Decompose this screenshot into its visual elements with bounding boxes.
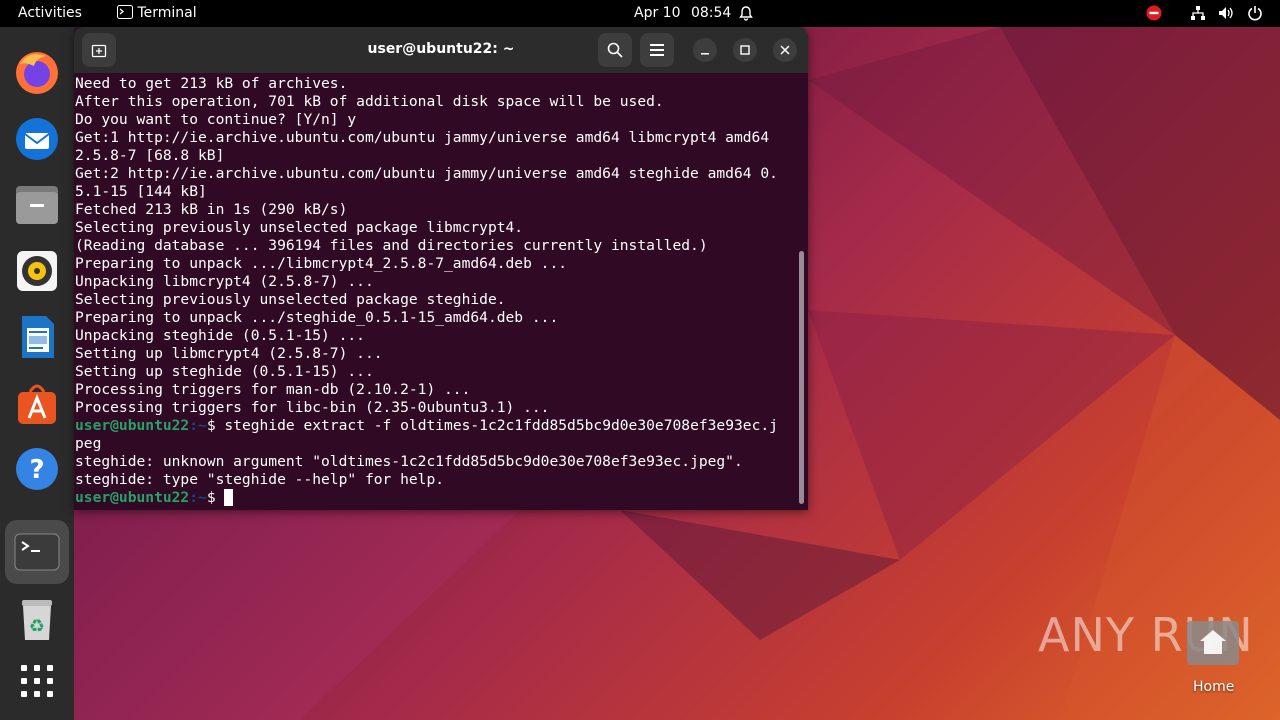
terminal-icon [14,533,60,571]
search-button[interactable] [598,33,632,67]
app-menu[interactable]: Terminal [117,5,197,21]
terminal-lines: Need to get 213 kB of archives. After thi… [74,75,808,417]
terminal-line: Do you want to continue? [Y/n] y [75,111,357,128]
terminal-line: Selecting previously unselected package … [75,219,524,236]
dock-rhythmbox[interactable] [5,239,69,303]
top-bar: Activities Terminal Apr 10 08:54 [0,0,1280,27]
terminal-line: 2.5.8-7 [68.8 kB] [75,147,225,164]
activities-button[interactable]: Activities [18,5,82,21]
help-icon: ? [16,448,58,490]
dock-firefox[interactable] [5,41,69,105]
rhythmbox-icon [17,251,57,291]
terminal-line: Unpacking steghide (0.5.1-15) ... [75,327,365,344]
app-grid-icon [21,665,53,697]
dock-writer[interactable] [5,305,69,369]
maximize-button[interactable] [733,38,757,62]
dock-show-apps[interactable] [5,649,69,713]
dock-thunderbird[interactable] [5,107,69,171]
terminal-line: Unpacking libmcrypt4 (2.5.8-7) ... [75,273,374,290]
close-icon [780,45,790,55]
volume-icon[interactable] [1218,5,1234,21]
command-text: steghide extract -f oldtimes-1c2c1fdd85d… [215,417,778,434]
maximize-icon [740,45,750,55]
command-line: user@ubuntu22:~$ steghide extract -f old… [74,417,808,435]
terminal-line: Setting up libmcrypt4 (2.5.8-7) ... [75,345,383,362]
terminal-line: Processing triggers for man-db (2.10.2-1… [75,381,471,398]
clock-date: Apr 10 [634,5,681,21]
hamburger-icon [650,44,664,56]
help-hint-line: steghide: type "steghide --help" for hel… [75,471,445,488]
writer-icon [22,316,54,358]
svg-text:?: ? [29,455,44,485]
minimize-icon [701,53,709,55]
terminal-titlebar[interactable]: user@ubuntu22: ~ [74,27,808,73]
prompt-user: user@ubuntu22 [75,417,190,434]
terminal-line: Need to get 213 kB of archives. [75,75,348,92]
terminal-line: 5.1-15 [144 kB] [75,183,207,200]
terminal-line: Fetched 213 kB in 1s (290 kB/s) [75,201,348,218]
error-line: steghide: unknown argument "oldtimes-1c2… [75,453,743,470]
terminal-line: Setting up steghide (0.5.1-15) ... [75,363,374,380]
terminal-output[interactable]: Need to get 213 kB of archives. After thi… [74,73,808,510]
terminal-app-icon [117,5,133,19]
files-icon [16,186,58,224]
menu-button[interactable] [640,33,674,67]
terminal-line: (Reading database ... 396194 files and d… [75,237,708,254]
dock-help[interactable]: ? [5,437,69,501]
terminal-line: Get:1 http://ie.archive.ubuntu.com/ubunt… [75,129,770,146]
home-folder-label[interactable]: Home [1193,679,1234,695]
home-folder-icon[interactable] [1186,620,1240,666]
terminal-line: Processing triggers for libc-bin (2.35-0… [75,399,550,416]
clock-time: 08:54 [690,5,732,21]
text-cursor [224,489,234,506]
power-icon[interactable] [1247,5,1263,21]
current-prompt-line[interactable]: user@ubuntu22:~$ [74,489,808,507]
prompt-path: :~ [189,489,207,506]
dock: ? ♻ [0,27,74,720]
notification-bell-icon[interactable] [738,5,754,21]
thunderbird-icon [16,118,58,160]
terminal-line: Preparing to unpack .../libmcrypt4_2.5.8… [75,255,568,272]
app-menu-label: Terminal [137,5,197,21]
dock-terminal[interactable] [5,520,69,584]
terminal-line: Get:2 http://ie.archive.ubuntu.com/ubunt… [75,165,778,182]
search-icon [607,42,623,58]
prompt-symbol: $ [206,417,216,434]
command-wrap-line: peg [75,435,102,452]
prompt-symbol: $ [206,489,216,506]
close-button[interactable] [773,38,797,62]
prompt-path: :~ [189,417,207,434]
svg-text:♻: ♻ [29,616,45,637]
dock-software[interactable] [5,371,69,435]
network-icon[interactable] [1190,5,1206,21]
clock[interactable]: Apr 10 08:54 [634,5,731,21]
terminal-line: After this operation, 701 kB of addition… [75,93,664,110]
minimize-button[interactable] [693,38,717,62]
terminal-window[interactable]: user@ubuntu22: ~ Need to get 213 kB of a… [74,27,808,510]
dock-trash[interactable]: ♻ [5,587,69,651]
terminal-line: Preparing to unpack .../steghide_0.5.1-1… [75,309,559,326]
prompt-user: user@ubuntu22 [75,489,190,506]
software-icon [18,384,56,424]
firefox-icon [16,52,58,94]
dock-files[interactable] [5,173,69,237]
trash-icon: ♻ [22,600,52,640]
terminal-line: Selecting previously unselected package … [75,291,506,308]
terminal-scrollbar[interactable] [799,251,804,504]
do-not-disturb-icon[interactable] [1146,5,1162,21]
